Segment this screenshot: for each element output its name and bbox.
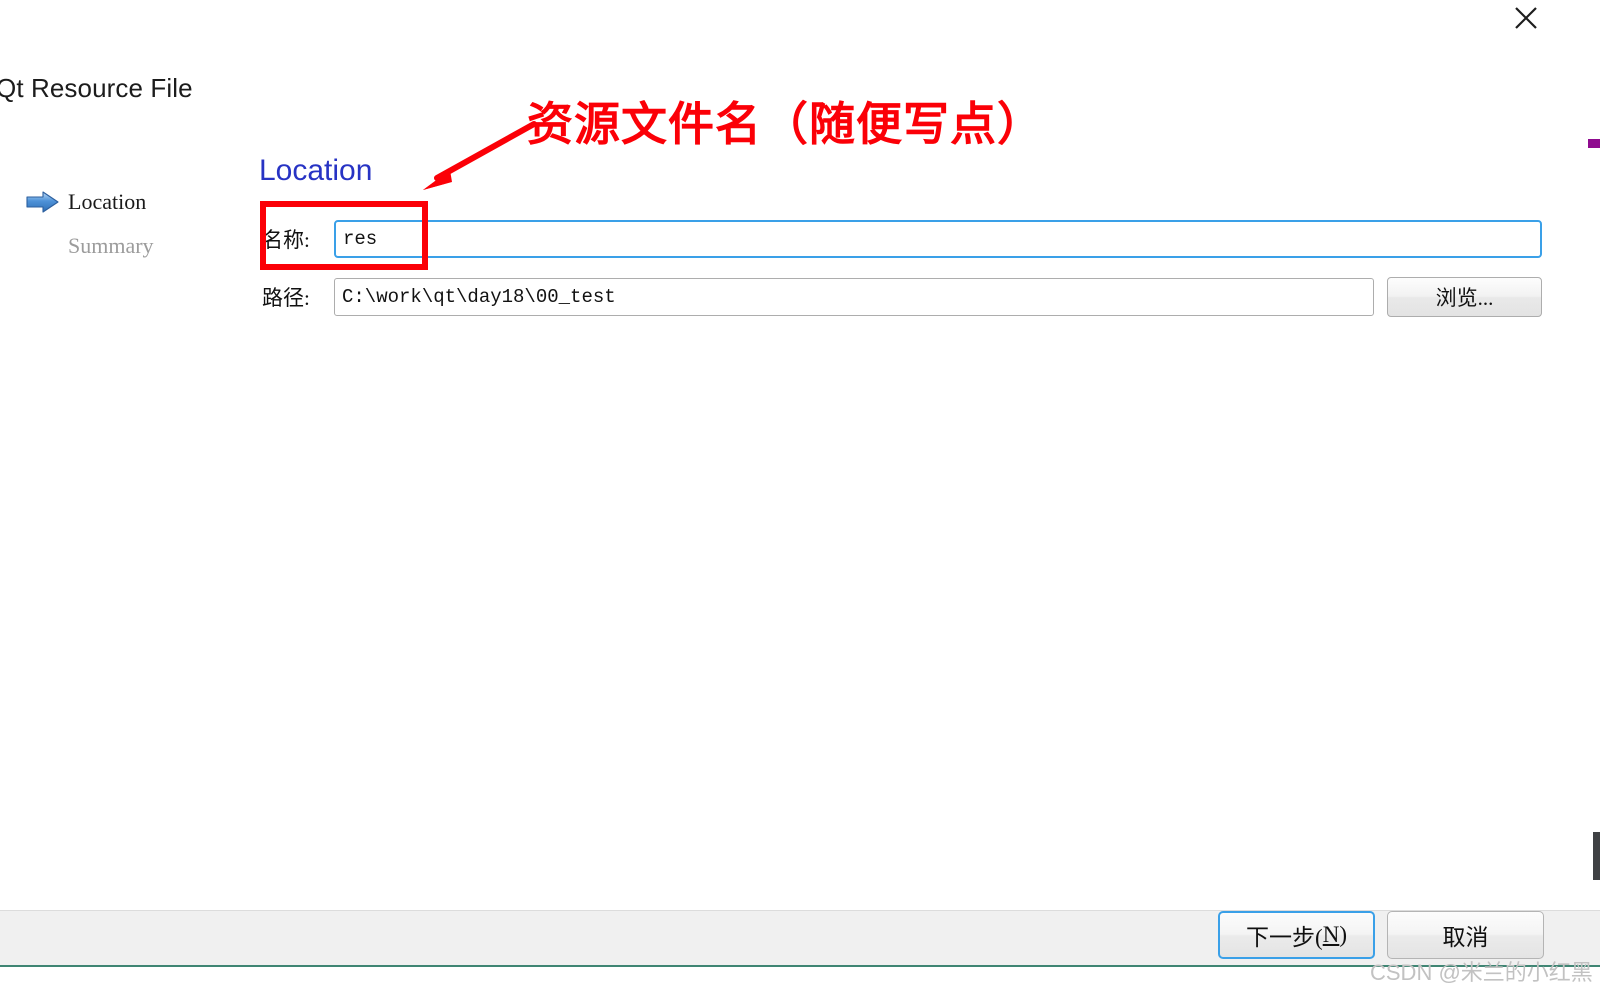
close-window-button[interactable] xyxy=(1496,0,1556,36)
sidebar-item-label: Location xyxy=(68,189,147,214)
close-icon xyxy=(1512,4,1540,32)
page-title: Location xyxy=(259,154,373,187)
watermark: CSDN @米兰的小红黑 xyxy=(1370,960,1593,985)
wizard-step-list: Location Summary xyxy=(26,185,241,273)
browse-button[interactable]: 浏览... xyxy=(1387,277,1542,317)
sidebar-item-summary[interactable]: Summary xyxy=(26,229,241,263)
edge-marker xyxy=(1588,139,1600,148)
next-button-label-suffix: ) xyxy=(1339,922,1347,947)
name-field-label: 名称: xyxy=(262,228,310,252)
next-button-label: 下一步( xyxy=(1246,925,1323,950)
sidebar-item-location[interactable]: Location xyxy=(26,185,241,219)
name-input[interactable]: res xyxy=(334,220,1542,258)
footer-accent-line xyxy=(0,965,1600,967)
wizard-title: Qt Resource File xyxy=(0,73,193,103)
next-button-mnemonic: N xyxy=(1322,922,1340,947)
scrollbar-artifact[interactable] xyxy=(1593,832,1600,880)
annotation-callout-text: 资源文件名（随便写点） xyxy=(527,98,1044,150)
sidebar-item-label: Summary xyxy=(68,233,154,258)
path-field-row: 路径: C:\work\qt\day18\00_test 浏览... xyxy=(262,277,1542,317)
annotation-arrow-icon xyxy=(410,120,540,200)
name-field-row: 名称: res xyxy=(262,220,1542,258)
next-button[interactable]: 下一步(N) xyxy=(1218,911,1375,959)
path-field-label: 路径: xyxy=(262,286,310,310)
blue-arrow-icon xyxy=(26,191,68,213)
path-input[interactable]: C:\work\qt\day18\00_test xyxy=(334,278,1374,316)
cancel-button[interactable]: 取消 xyxy=(1387,911,1544,959)
